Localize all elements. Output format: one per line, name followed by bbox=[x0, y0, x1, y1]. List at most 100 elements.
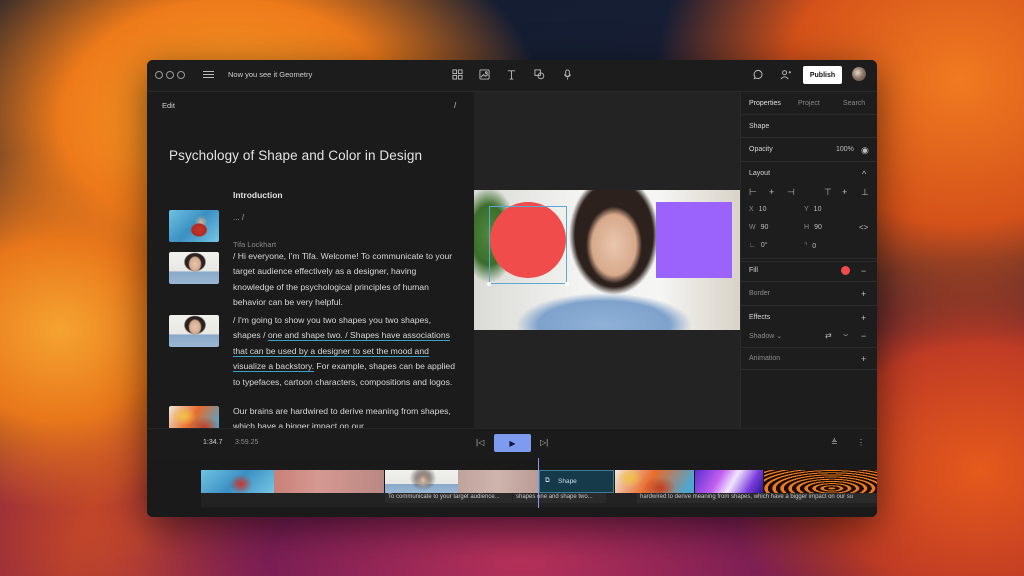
add-effect-icon[interactable]: + bbox=[861, 313, 866, 323]
script-paragraph[interactable]: / I'm going to show you two shapes you t… bbox=[233, 313, 458, 390]
caption-clip[interactable]: To communicate to your target audience..… bbox=[385, 493, 512, 503]
opacity-value[interactable]: 100% bbox=[836, 146, 854, 153]
align-top-icon[interactable]: ⊤ bbox=[824, 187, 832, 197]
play-icon: ▶ bbox=[509, 438, 516, 448]
user-avatar[interactable] bbox=[852, 67, 866, 81]
playhead[interactable] bbox=[538, 458, 539, 508]
rotation-field[interactable]: ∟ 0° bbox=[749, 242, 768, 249]
y-field[interactable]: Y 10 bbox=[804, 206, 821, 213]
maximize-window-button[interactable] bbox=[177, 71, 185, 79]
play-button[interactable]: ▶ bbox=[494, 434, 531, 452]
timeline-clip[interactable] bbox=[615, 470, 694, 493]
layers-icon[interactable]: ≜ bbox=[831, 438, 838, 448]
chevron-up-icon[interactable]: ^ bbox=[862, 169, 866, 179]
image-icon[interactable] bbox=[477, 68, 491, 82]
align-left-icon[interactable]: ⊢ bbox=[749, 187, 757, 197]
opacity-row: Opacity 100% ◉ bbox=[741, 138, 877, 162]
rotation-value[interactable]: 0° bbox=[761, 242, 768, 249]
h-value[interactable]: 90 bbox=[814, 224, 822, 231]
layout-label: Layout bbox=[749, 170, 771, 177]
speaker-label[interactable]: Tifa Lockhart bbox=[233, 240, 276, 249]
grid-icon[interactable] bbox=[450, 68, 464, 82]
total-time: 3:59.25 bbox=[235, 439, 259, 446]
resize-handle[interactable] bbox=[487, 282, 491, 286]
timeline-clip[interactable] bbox=[274, 470, 384, 493]
align-center-v-icon[interactable]: + bbox=[842, 187, 847, 197]
add-animation-icon[interactable]: + bbox=[861, 354, 866, 364]
add-border-icon[interactable]: + bbox=[861, 289, 866, 299]
shapes-icon[interactable] bbox=[532, 68, 546, 82]
microphone-icon[interactable] bbox=[560, 68, 574, 82]
text-icon[interactable] bbox=[504, 68, 518, 82]
align-center-h-icon[interactable]: + bbox=[769, 187, 774, 197]
corner-radius-icon: ⌝ bbox=[804, 243, 808, 250]
corner-radius-value[interactable]: 0 bbox=[812, 243, 816, 250]
shape-clip[interactable]: ⧉ Shape bbox=[539, 470, 614, 493]
minimize-window-button[interactable] bbox=[166, 71, 174, 79]
script-paragraph[interactable]: Our brains are hardwired to derive meani… bbox=[233, 404, 458, 428]
selected-element-row: Shape bbox=[741, 114, 877, 138]
tab-properties[interactable]: Properties bbox=[749, 92, 781, 107]
constrain-proportions-icon[interactable]: <> bbox=[859, 223, 868, 233]
x-value[interactable]: 10 bbox=[759, 206, 767, 213]
timeline-clip[interactable] bbox=[764, 470, 877, 493]
fill-color-swatch[interactable] bbox=[841, 266, 850, 275]
document-heading[interactable]: Psychology of Shape and Color in Design bbox=[169, 148, 422, 163]
square-shape[interactable] bbox=[656, 202, 732, 278]
curve-icon[interactable]: ⌣ bbox=[843, 330, 848, 340]
fill-row: Fill − bbox=[741, 258, 877, 282]
video-frame[interactable] bbox=[474, 190, 740, 330]
app-window: Now you see it Geometry Publish Edit / P… bbox=[147, 60, 877, 517]
animation-row: Animation + bbox=[741, 348, 877, 370]
scene-thumbnail-paint[interactable] bbox=[169, 406, 219, 428]
skip-back-icon[interactable]: |◁ bbox=[476, 438, 484, 448]
document-title[interactable]: Now you see it Geometry bbox=[228, 70, 312, 79]
remove-effect-icon[interactable]: − bbox=[861, 331, 866, 341]
more-options-icon[interactable]: ⋮ bbox=[857, 438, 865, 448]
scene-thumbnail-pool[interactable] bbox=[169, 210, 219, 242]
scene-thumbnail-speaker[interactable] bbox=[169, 315, 219, 347]
publish-button[interactable]: Publish bbox=[803, 66, 842, 84]
edit-label[interactable]: Edit bbox=[162, 101, 175, 110]
corner-radius-field[interactable]: ⌝ 0 bbox=[804, 242, 816, 250]
tab-search[interactable]: Search bbox=[843, 92, 865, 107]
close-window-button[interactable] bbox=[155, 71, 163, 79]
timeline-clip[interactable] bbox=[201, 470, 274, 493]
scene-ellipsis[interactable]: ... / bbox=[233, 213, 244, 222]
align-bottom-icon[interactable]: ⊥ bbox=[861, 187, 869, 197]
w-label: W bbox=[749, 224, 756, 231]
rotation-icon: ∟ bbox=[749, 242, 756, 249]
caption-clip[interactable]: shapes one and shape two... bbox=[513, 493, 606, 503]
slash-command-button[interactable]: / bbox=[454, 101, 456, 110]
border-label: Border bbox=[749, 290, 771, 297]
animation-label: Animation bbox=[749, 355, 781, 362]
timeline-clip[interactable] bbox=[458, 470, 539, 493]
shadow-dropdown[interactable]: Shadow ⌄ bbox=[749, 332, 782, 340]
caption-clip[interactable]: hardwired to derive meaning from shapes,… bbox=[637, 493, 877, 503]
align-right-icon[interactable]: ⊣ bbox=[787, 187, 795, 197]
width-field[interactable]: W 90 bbox=[749, 224, 768, 231]
add-user-icon[interactable] bbox=[778, 68, 792, 82]
remove-fill-icon[interactable]: − bbox=[861, 266, 866, 276]
properties-tabs: Properties Project Search bbox=[741, 92, 877, 114]
scene-thumbnail-speaker[interactable] bbox=[169, 252, 219, 284]
shape-clip-label: Shape bbox=[558, 478, 577, 485]
hamburger-menu-icon[interactable] bbox=[203, 69, 214, 81]
height-field[interactable]: H 90 bbox=[804, 224, 822, 231]
section-title[interactable]: Introduction bbox=[233, 190, 283, 200]
timeline-clip[interactable] bbox=[695, 470, 763, 493]
y-value[interactable]: 10 bbox=[814, 206, 822, 213]
skip-forward-icon[interactable]: ▷| bbox=[540, 438, 548, 448]
shapes-icon: ⧉ bbox=[545, 477, 550, 484]
eye-icon[interactable]: ◉ bbox=[861, 145, 869, 155]
comment-icon[interactable] bbox=[751, 68, 765, 82]
x-field[interactable]: X 10 bbox=[749, 206, 766, 213]
w-value[interactable]: 90 bbox=[761, 224, 769, 231]
script-paragraph[interactable]: / Hi everyone, I'm Tifa. Welcome! To com… bbox=[233, 249, 458, 311]
effects-section: Effects + Shadow ⌄ ⇄ ⌣ − bbox=[741, 306, 877, 348]
resize-handle[interactable] bbox=[565, 282, 569, 286]
y-label: Y bbox=[804, 206, 809, 213]
timeline-clip[interactable] bbox=[385, 470, 458, 493]
adjust-icon[interactable]: ⇄ bbox=[825, 331, 832, 341]
tab-project[interactable]: Project bbox=[798, 92, 820, 107]
